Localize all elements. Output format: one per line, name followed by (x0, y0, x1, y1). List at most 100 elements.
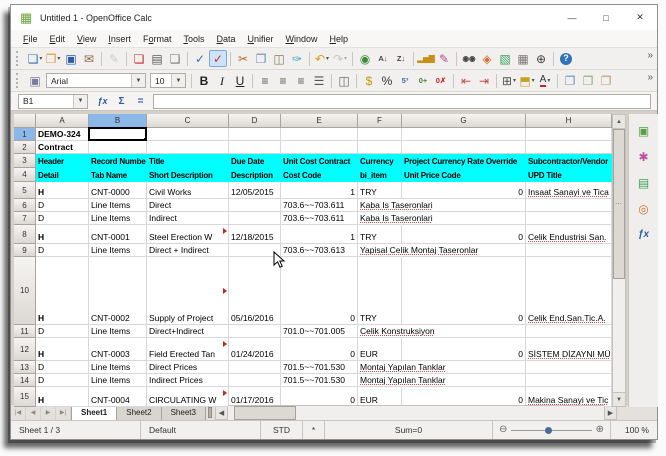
row-header-4[interactable]: 4 (14, 168, 36, 182)
auto-spellcheck-button[interactable]: ✓ (209, 50, 227, 67)
unifier-tool-3-button[interactable]: ❐ (597, 72, 615, 89)
cell-F1[interactable] (358, 128, 402, 141)
gallery-button[interactable]: ▧ (496, 50, 514, 67)
horizontal-scrollbar[interactable] (228, 405, 604, 420)
page-style-status[interactable]: Default (141, 421, 261, 439)
selection-mode-status[interactable]: STD (261, 421, 303, 439)
dropdown-arrow-icon[interactable]: ▾ (513, 77, 516, 84)
cell-D2[interactable] (229, 141, 281, 154)
sidebar-tab-gallery[interactable]: ▤ (633, 172, 655, 193)
cell-F5[interactable]: TRY (358, 182, 402, 199)
menu-insert[interactable]: Insert (102, 34, 137, 44)
close-button[interactable]: ✕ (623, 5, 657, 30)
sum-status[interactable]: Sum=0 (325, 421, 493, 439)
cell-B2[interactable] (89, 141, 147, 154)
function-wizard-button[interactable]: ƒx (94, 94, 111, 109)
row-header-14[interactable]: 14 (14, 374, 36, 387)
cell-B14[interactable]: Line Items (89, 374, 147, 387)
print-button[interactable]: ▤ (148, 50, 166, 67)
insert-chart-button[interactable]: ▂▅▇ (417, 50, 435, 67)
data-sources-button[interactable]: ▦ (514, 50, 532, 67)
cell-E4[interactable]: Cost Code (281, 168, 358, 182)
font-color-button[interactable]: A▾ (536, 72, 554, 89)
number-format-percent-button[interactable]: % (378, 72, 396, 89)
add-decimal-place-button[interactable]: 0+ (414, 72, 432, 89)
cell-E1[interactable] (281, 128, 358, 141)
export-pdf-button[interactable]: ❏ (130, 50, 148, 67)
cell-G12[interactable]: 0 (402, 338, 526, 361)
row-header-15[interactable]: 15 (14, 387, 36, 407)
cell-D6[interactable] (229, 199, 281, 212)
copy-button[interactable]: ❐ (252, 50, 270, 67)
cell-A8[interactable]: H (36, 225, 89, 244)
cell-A13[interactable]: D (36, 361, 89, 374)
row-header-3[interactable]: 3 (14, 154, 36, 168)
zoom-button[interactable]: ⊕ (532, 50, 550, 67)
font-size-combo[interactable]: 10 ▼ (150, 73, 186, 88)
menu-file[interactable]: File (17, 34, 44, 44)
cell-E15[interactable]: 0 (281, 387, 358, 407)
cell-D7[interactable] (229, 212, 281, 225)
number-format-standard-button[interactable]: 5³ (396, 72, 414, 89)
number-format-currency-button[interactable]: $ (360, 72, 378, 89)
page-preview-button[interactable]: ❑ (166, 50, 184, 67)
row-header-10[interactable]: 10 (14, 257, 36, 325)
zoom-in-icon[interactable]: ⊕ (596, 425, 604, 435)
cell-G10[interactable]: 0 (402, 257, 526, 325)
row-header-9[interactable]: 9 (14, 244, 36, 257)
chevron-down-icon[interactable]: ▼ (131, 74, 145, 87)
cell-E9[interactable]: 703.6~~703.613 (281, 244, 358, 257)
sort-ascending-button[interactable]: A↓ (374, 50, 392, 67)
zoom-slider-thumb[interactable] (545, 427, 552, 434)
cell-E5[interactable]: 1 (281, 182, 358, 199)
delete-decimal-place-button[interactable]: 0✗ (432, 72, 450, 89)
row-header-2[interactable]: 2 (14, 141, 36, 154)
cell-B12[interactable]: CNT-0003 (89, 338, 147, 361)
column-header-C[interactable]: C (147, 114, 229, 128)
cut-button[interactable]: ✂ (234, 50, 252, 67)
sheet-tab-sheet2[interactable]: Sheet2 (116, 405, 161, 420)
cell-B11[interactable]: Line Items (89, 325, 147, 338)
tab-split-handle[interactable] (208, 407, 212, 418)
cell-H12[interactable]: SİSTEM DİZAYNI MÜ (526, 338, 612, 361)
cell-A11[interactable]: D (36, 325, 89, 338)
align-center-button[interactable]: ≡ (274, 72, 292, 89)
cell-C8[interactable]: Steel Erection W (147, 225, 229, 244)
cell-G3[interactable]: Project Currency Rate Override (402, 154, 526, 168)
menu-format[interactable]: Format (137, 34, 178, 44)
font-name-combo[interactable]: Arial ▼ (46, 73, 146, 88)
next-sheet-button[interactable]: ▶ (41, 405, 56, 420)
cell-E7[interactable]: 703.6~~703.611 (281, 212, 358, 225)
row-header-5[interactable]: 5 (14, 182, 36, 199)
redo-button[interactable]: ↷▾ (331, 50, 349, 67)
cell-G15[interactable]: 0 (402, 387, 526, 407)
cell-F13[interactable]: Montaj Yapılan Tanklar (358, 361, 402, 374)
minimize-button[interactable]: — (555, 5, 589, 30)
cell-A10[interactable]: H (36, 257, 89, 325)
cell-F4[interactable]: bi_item (358, 168, 402, 182)
scroll-left-arrow-icon[interactable]: ◀ (215, 405, 228, 420)
sidebar-tab-functions[interactable]: ƒx (633, 224, 655, 245)
cell-B4[interactable]: Tab Name (89, 168, 147, 182)
dropdown-arrow-icon[interactable]: ▾ (344, 55, 347, 62)
cell-G1[interactable] (402, 128, 526, 141)
select-all-corner[interactable] (14, 114, 36, 128)
cell-C6[interactable]: Direct (147, 199, 229, 212)
scroll-right-arrow-icon[interactable]: ▶ (604, 405, 617, 420)
bold-button[interactable]: B (195, 72, 213, 89)
cell-A2[interactable]: Contract (36, 141, 89, 154)
sidebar-tab-navigator[interactable]: ◎ (633, 198, 655, 219)
cell-C2[interactable] (147, 141, 229, 154)
cell-B8[interactable]: CNT-0001 (89, 225, 147, 244)
cell-H3[interactable]: Subcontractor/Vendor (526, 154, 612, 168)
styles-window-button[interactable]: ▣ (26, 72, 44, 89)
column-header-E[interactable]: E (281, 114, 358, 128)
save-button[interactable]: ▣ (62, 50, 80, 67)
cell-E14[interactable]: 701.5~~701.530 (281, 374, 358, 387)
cell-A9[interactable]: D (36, 244, 89, 257)
cell-C14[interactable]: Indirect Prices (147, 374, 229, 387)
email-document-button[interactable]: ✉ (80, 50, 98, 67)
cell-D11[interactable] (229, 325, 281, 338)
cell-E6[interactable]: 703.6~~703.611 (281, 199, 358, 212)
cell-D12[interactable]: 01/24/2016 (229, 338, 281, 361)
